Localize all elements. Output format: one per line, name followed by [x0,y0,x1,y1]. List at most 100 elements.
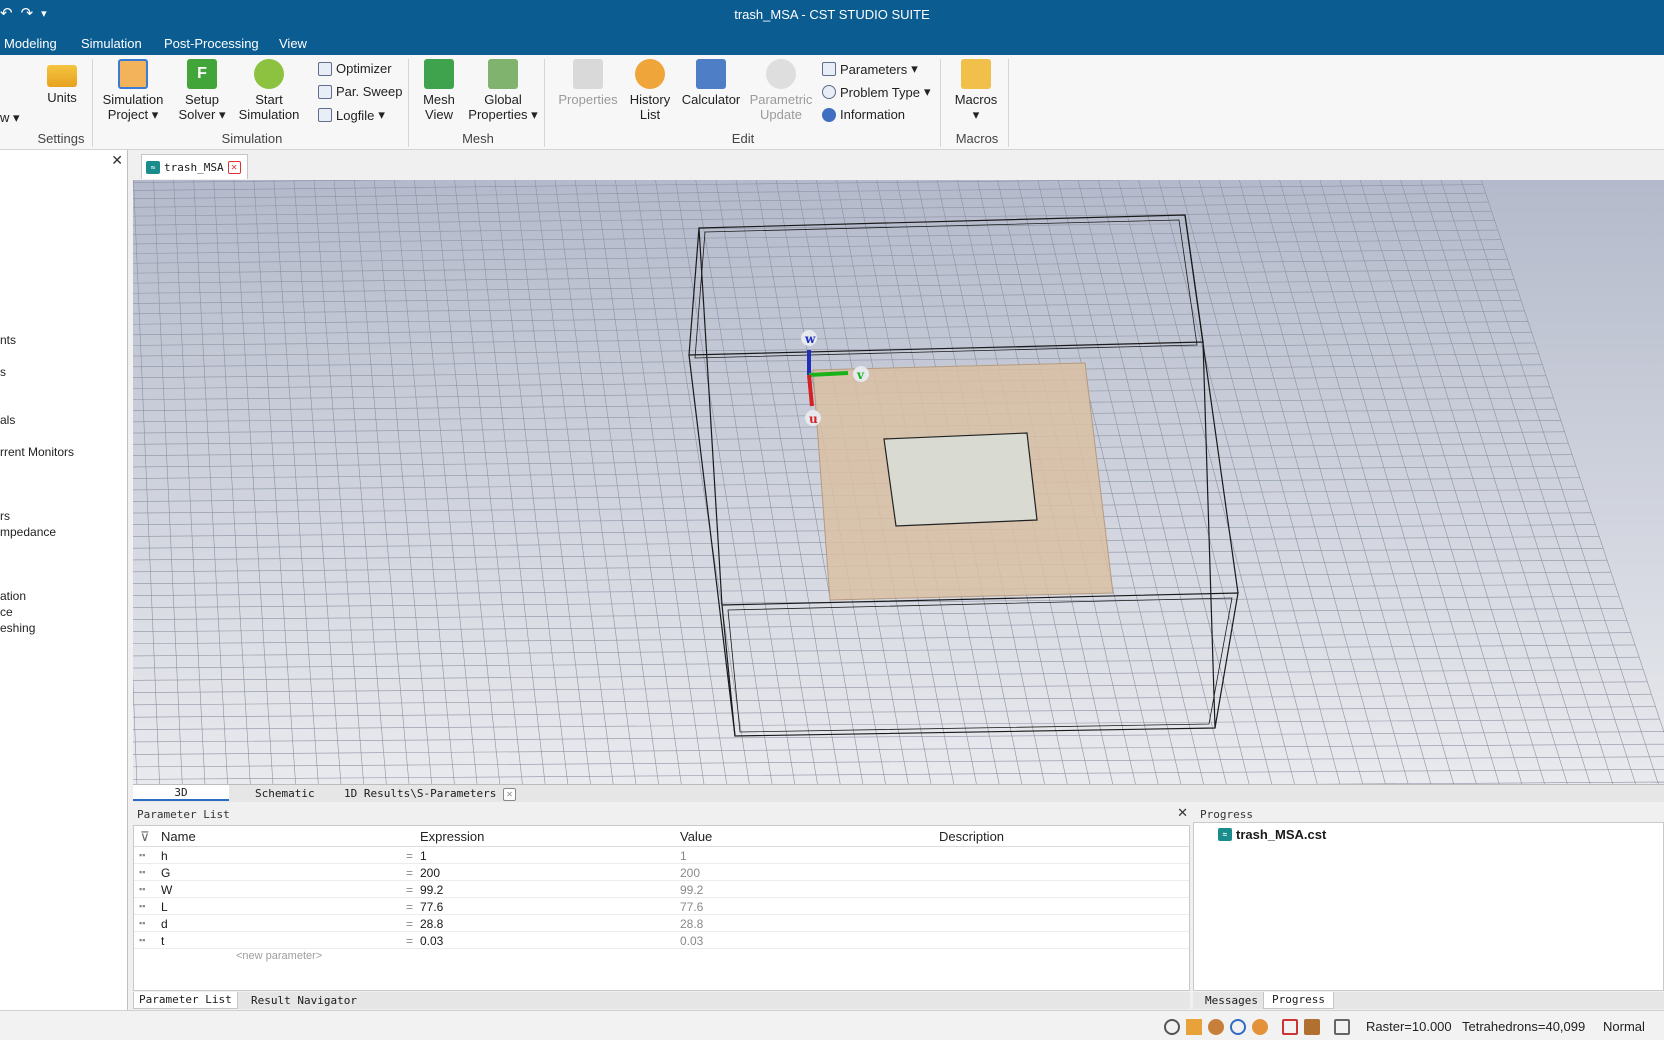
ribbon: w ▾ Units Simulation Project ▾ F Setup S… [0,55,1664,150]
filter-icon[interactable]: ⊽ [140,826,150,846]
tab-result-navigator[interactable]: Result Navigator [251,994,357,1007]
w-axis-label: w [804,332,816,346]
project-icon: ≈ [146,160,160,174]
mode-status[interactable]: Normal [1603,1019,1645,1034]
tree-item[interactable]: s [0,365,6,379]
menu-modeling[interactable]: Modeling [4,36,57,51]
pan-icon[interactable] [1186,1019,1202,1035]
menu-bar: Modeling Simulation Post-Processing View [0,31,1664,55]
close-tab-icon[interactable]: ✕ [502,788,516,801]
column-header-name[interactable]: Name [161,826,196,846]
menu-view[interactable]: View [279,36,307,51]
simulation-project-icon [118,59,148,89]
tab-parameter-list[interactable]: Parameter List [133,992,238,1009]
par-sweep-button[interactable]: Par. Sweep [318,84,403,99]
close-icon[interactable]: ✕ [1177,806,1188,821]
group-label-settings: Settings [37,131,85,146]
tree-item[interactable]: mpedance [0,525,56,539]
tree-item[interactable]: rs [0,509,10,523]
calculator-button[interactable]: Calculator [680,59,742,107]
progress-panel-tabs: Messages Progress [1193,992,1664,1009]
problem-type-button[interactable]: Problem Type ▾ [822,84,931,100]
project-icon: ≈ [1218,828,1232,841]
global-properties-button[interactable]: Global Properties ▾ [466,59,540,122]
row-handle-icon: ▪▪ [139,918,146,928]
close-tab-icon[interactable]: ✕ [227,160,241,174]
table-row[interactable]: ▪▪ G = 200 200 [134,864,1189,881]
menu-simulation[interactable]: Simulation [81,36,142,51]
history-icon [635,59,665,89]
group-label-mesh: Mesh [462,131,494,146]
parameter-table: ⊽ Name Expression Value Description ▪▪ h =… [133,825,1190,991]
view-mode-icon[interactable] [1334,1019,1350,1035]
mesh-icon [424,59,454,89]
status-bar: Raster=10.000 Tetrahedrons=40,099 Normal [0,1010,1664,1040]
row-handle-icon: ▪▪ [139,935,146,945]
parameters-icon [822,62,836,76]
parameters-button[interactable]: Parameters ▾ [822,61,918,77]
tree-item[interactable]: nts [0,333,16,347]
tree-item[interactable]: eshing [0,621,35,635]
tree-item[interactable]: ce [0,605,13,619]
logfile-button[interactable]: Logfile ▾ [318,107,385,123]
logfile-icon [318,108,332,122]
title-bar: ↶ ↷ ▾ trash_MSA - CST STUDIO SUITE [0,0,1664,31]
row-handle-icon: ▪▪ [139,901,146,911]
rotate-icon[interactable] [1208,1019,1224,1035]
progress-file-item[interactable]: ≈ trash_MSA.cst [1218,827,1326,842]
macros-icon [961,59,991,89]
new-parameter-input[interactable]: <new parameter> [236,950,322,962]
column-header-expression[interactable]: Expression [420,826,484,846]
simulation-project-button[interactable]: Simulation Project ▾ [100,59,166,122]
table-row[interactable]: ▪▪ h = 1 1 [134,847,1189,864]
group-label-edit: Edit [731,131,755,146]
table-row[interactable]: ▪▪ d = 28.8 28.8 [134,915,1189,932]
3d-viewport[interactable]: w v u [133,180,1664,784]
properties-icon [573,59,603,89]
table-row[interactable]: ▪▪ L = 77.6 77.6 [134,898,1189,915]
menu-post-processing[interactable]: Post-Processing [164,36,259,51]
zoom-in-icon[interactable] [1230,1019,1246,1035]
mesh-view-button[interactable]: Mesh View [418,59,460,122]
table-row[interactable]: ▪▪ t = 0.03 0.03 [134,932,1189,949]
macros-button[interactable]: Macros ▾ [948,59,1004,122]
tab-progress[interactable]: Progress [1263,992,1334,1009]
history-list-button[interactable]: History List [626,59,674,122]
tab-1d-results[interactable]: 1D Results\S-Parameters ✕ [344,787,516,801]
select-tool-icon[interactable] [1304,1019,1320,1035]
table-row[interactable]: ▪▪ W = 99.2 99.2 [134,881,1189,898]
document-tab[interactable]: ≈ trash_MSA ✕ [141,154,248,179]
tetrahedrons-status: Tetrahedrons=40,099 [1462,1019,1586,1034]
zoom-icon[interactable] [1164,1019,1180,1035]
units-button[interactable]: Units [42,59,82,105]
tab-3d[interactable]: 3D [133,785,229,801]
row-handle-icon: ▪▪ [139,867,146,877]
progress-header: Progress [1200,808,1253,821]
v-axis-label: v [856,368,865,382]
column-header-value[interactable]: Value [680,826,712,846]
info-icon [822,107,836,122]
tab-messages[interactable]: Messages [1205,994,1258,1007]
column-header-description[interactable]: Description [939,826,1004,846]
tab-schematic[interactable]: Schematic [255,787,315,800]
start-simulation-button[interactable]: Start Simulation [236,59,302,122]
tree-item[interactable]: ation [0,589,26,603]
progress-panel: ≈ trash_MSA.cst [1193,822,1664,991]
fit-view-icon[interactable] [1282,1019,1298,1035]
play-icon [254,59,284,89]
ribbon-view-fragment[interactable]: w ▾ [0,110,22,125]
tree-item[interactable]: als [0,413,15,427]
group-label-simulation: Simulation [221,131,283,146]
spin-icon[interactable] [1252,1019,1268,1035]
calculator-icon [696,59,726,89]
setup-solver-button[interactable]: F Setup Solver ▾ [176,59,228,122]
patch [883,432,1038,527]
parametric-update-button[interactable]: Parametric Update [748,59,814,122]
group-label-macros: Macros [955,131,999,146]
close-icon[interactable]: ✕ [111,152,123,169]
3d-scene: w v u [133,180,1664,784]
properties-button[interactable]: Properties [556,59,620,107]
optimizer-button[interactable]: Optimizer [318,61,392,76]
information-button[interactable]: Information [822,107,905,122]
tree-item[interactable]: rrent Monitors [0,445,74,459]
